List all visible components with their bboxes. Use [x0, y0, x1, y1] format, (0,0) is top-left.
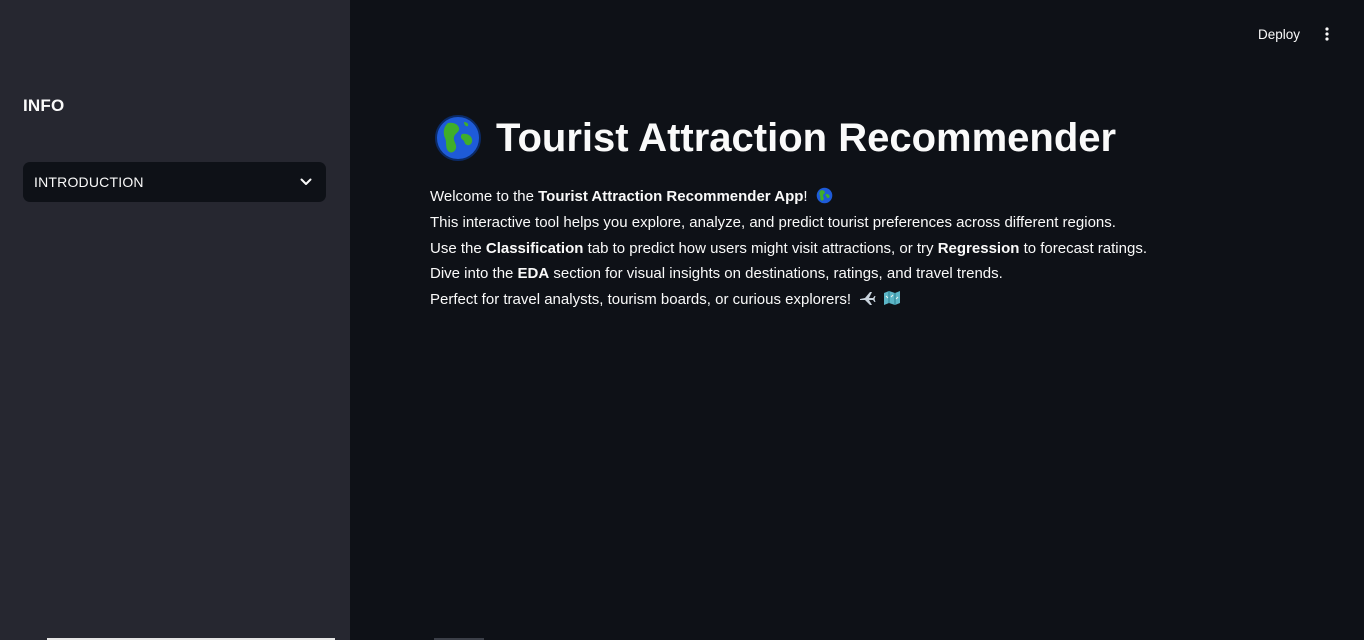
app-root: INFO INTRODUCTION Deploy Tourist Attract…: [0, 0, 1364, 640]
bold-text: Tourist Attraction Recommender App: [538, 188, 804, 205]
globe-icon: [435, 115, 481, 161]
sidebar-heading: INFO: [23, 96, 65, 115]
text-span: Welcome to the: [430, 188, 539, 205]
text-span: tab to predict how users might visit att…: [583, 239, 938, 257]
bold-text: EDA: [517, 265, 550, 283]
chevron-down-icon: [299, 175, 313, 189]
sidebar: INFO INTRODUCTION: [0, 0, 350, 640]
intro-text: Welcome to the Tourist Attraction Recomm…: [430, 184, 1147, 313]
text-span: Use the: [430, 239, 486, 257]
page-title-text: Tourist Attraction Recommender: [496, 115, 1117, 160]
bold-text: Regression: [937, 239, 1020, 257]
deploy-button[interactable]: Deploy: [1248, 22, 1310, 46]
text-span: section for visual insights on destinati…: [549, 265, 1003, 283]
text-span: !: [803, 188, 808, 205]
section-select[interactable]: INTRODUCTION: [23, 162, 326, 202]
intro-line-2: This interactive tool helps you explore,…: [430, 213, 1116, 231]
intro-line-3: Use the Classification tab to predict ho…: [430, 236, 1147, 262]
text-span: to forecast ratings.: [1019, 239, 1147, 257]
kebab-menu-icon: [1325, 27, 1329, 41]
globe-icon: [816, 187, 833, 204]
main-menu-button[interactable]: [1315, 22, 1339, 46]
bold-text: Classification: [485, 239, 584, 257]
page-title: Tourist Attraction Recommender: [434, 114, 1116, 162]
text-span: Perfect for travel analysts, tourism boa…: [430, 291, 851, 308]
intro-line-5: Perfect for travel analysts, tourism boa…: [430, 287, 1147, 313]
intro-line-1: Welcome to the Tourist Attraction Recomm…: [430, 184, 1147, 210]
section-select-value: INTRODUCTION: [34, 174, 144, 190]
map-icon: [884, 291, 901, 305]
text-span: Dive into the: [430, 265, 518, 283]
airplane-icon: [860, 292, 876, 305]
intro-line-4: Dive into the EDA section for visual ins…: [430, 261, 1147, 287]
